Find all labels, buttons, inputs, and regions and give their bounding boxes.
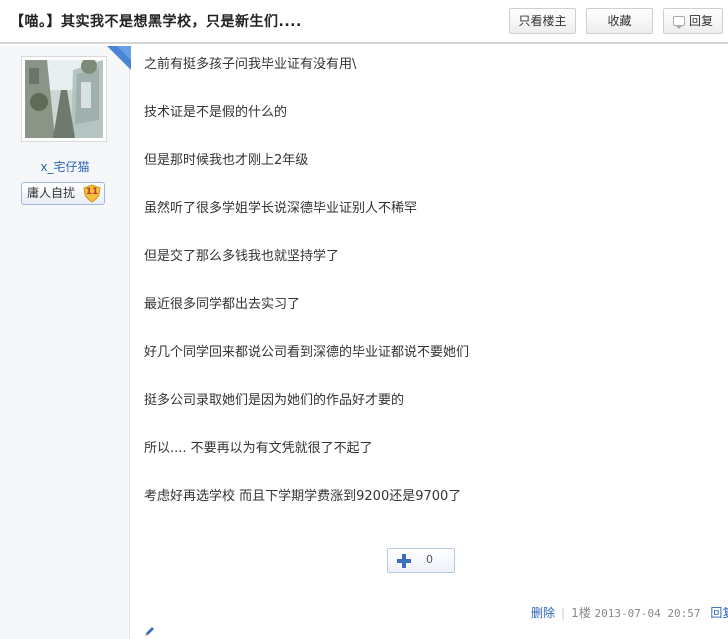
pencil-icon[interactable] <box>143 626 155 638</box>
post-body: 之前有挺多孩子问我毕业证有没有用\ 技术证是不是假的什么的 但是那时候我也才刚上… <box>144 56 714 536</box>
delete-link[interactable]: 删除 <box>531 606 555 620</box>
post-line: 最近很多同学都出去实习了 <box>144 297 301 312</box>
post-line: 之前有挺多孩子问我毕业证有没有用\ <box>144 57 357 72</box>
post-line: 技术证是不是假的什么的 <box>144 105 288 120</box>
reply-button[interactable]: 回复 <box>663 8 723 34</box>
thread-header: 【喵。】其实我不是想黑学校，只是新生们.... 只看楼主 收藏 回复 <box>0 0 728 44</box>
reply-link[interactable]: 回复 <box>710 606 728 620</box>
like-count: 0 <box>426 553 433 566</box>
thread-title: 【喵。】其实我不是想黑学校，只是新生们.... <box>10 14 302 30</box>
post-line: 考虑好再选学校 而且下学期学费涨到9200还是9700了 <box>144 489 462 504</box>
post-line: 但是那时候我也才刚上2年级 <box>144 153 309 168</box>
post-date: 2013-07-04 20:57 <box>594 607 701 620</box>
avatar-photo <box>25 60 103 138</box>
corner-ribbon-icon <box>107 46 131 70</box>
avatar[interactable] <box>21 56 107 142</box>
author-username[interactable]: x_宅仔猫 <box>0 158 130 175</box>
level-shield-icon: 11 <box>82 184 102 203</box>
plus-icon <box>397 554 411 568</box>
like-button[interactable]: 0 <box>387 548 455 573</box>
footer-separator: | <box>561 606 566 620</box>
favorite-button[interactable]: 收藏 <box>586 8 653 34</box>
post-line: 挺多公司录取她们是因为她们的作品好才要的 <box>144 393 405 408</box>
post-footer: 删除 | 1楼 2013-07-04 20:57 回复 <box>531 604 728 621</box>
post-line: 但是交了那么多钱我也就坚持学了 <box>144 249 340 264</box>
post-line: 好几个同学回来都说公司看到深德的毕业证都说不要她们 <box>144 345 470 360</box>
author-title-badge[interactable]: 庸人自扰 11 <box>21 182 105 205</box>
only-op-button[interactable]: 只看楼主 <box>509 8 576 34</box>
author-level: 11 <box>85 187 99 197</box>
post-line: 所以.... 不要再以为有文凭就很了不起了 <box>144 441 373 456</box>
floor-number: 1楼 <box>571 606 591 620</box>
author-sidebar: x_宅仔猫 庸人自扰 11 <box>0 46 130 639</box>
reply-bubble-icon <box>673 16 685 29</box>
post-line: 虽然听了很多学姐学长说深德毕业证别人不稀罕 <box>144 201 418 216</box>
author-title-label: 庸人自扰 <box>27 186 76 200</box>
reply-button-label: 回复 <box>688 14 713 28</box>
